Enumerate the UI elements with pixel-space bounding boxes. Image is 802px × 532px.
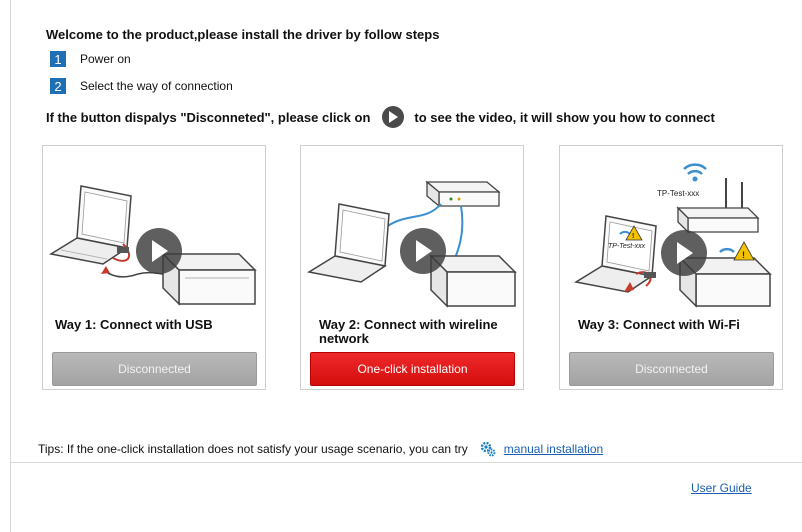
laptop-ssid-label: TP-Test-xxx (608, 243, 646, 250)
wireline-connection-card: Way 2: Connect with wireline network One… (300, 145, 524, 390)
step-number-badge: 2 (50, 78, 66, 94)
svg-text:!: ! (742, 250, 745, 260)
manual-installation-link[interactable]: manual installation (504, 442, 603, 456)
card-title: Way 3: Connect with Wi-Fi (578, 317, 740, 332)
router-ssid-label: TP-Test-xxx (657, 189, 699, 198)
user-guide-link[interactable]: User Guide (691, 481, 752, 495)
tips-text: Tips: If the one-click installation does… (38, 442, 468, 456)
step-select-connection: 2 Select the way of connection (50, 78, 233, 94)
step-label: Power on (80, 52, 131, 66)
one-click-installation-button[interactable]: One-click installation (310, 352, 515, 386)
wifi-disconnected-button[interactable]: Disconnected (569, 352, 774, 386)
wifi-connection-card: TP-Test-xxx TP-Test-xxx ! ! Way 3: Conne… (559, 145, 783, 390)
wifi-illustration: TP-Test-xxx TP-Test-xxx ! ! (573, 163, 772, 308)
step-power-on: 1 Power on (50, 51, 131, 67)
tips-row: Tips: If the one-click installation does… (38, 441, 603, 457)
wireline-illustration (306, 180, 517, 308)
usb-connection-card: Way 1: Connect with USB Disconnected (42, 145, 266, 390)
hint-text-after: to see the video, it will show you how t… (414, 109, 715, 125)
video-hint: If the button dispalys "Disconneted", pl… (46, 106, 715, 128)
step-label: Select the way of connection (80, 79, 233, 93)
hint-text-before: If the button dispalys "Disconneted", pl… (46, 109, 371, 125)
card-title: Way 2: Connect with wireline network (319, 317, 498, 346)
card-title: Way 1: Connect with USB (55, 317, 213, 332)
wireline-video-play-button[interactable] (400, 228, 446, 274)
svg-text:!: ! (632, 233, 634, 240)
gear-icon (480, 441, 496, 457)
usb-video-play-button[interactable] (136, 228, 182, 274)
usb-disconnected-button[interactable]: Disconnected (52, 352, 257, 386)
wifi-video-play-button[interactable] (661, 230, 707, 276)
left-border (10, 0, 11, 532)
step-number-badge: 1 (50, 51, 66, 67)
page-title: Welcome to the product,please install th… (46, 27, 440, 42)
footer-divider (10, 462, 802, 463)
play-icon (382, 106, 405, 128)
